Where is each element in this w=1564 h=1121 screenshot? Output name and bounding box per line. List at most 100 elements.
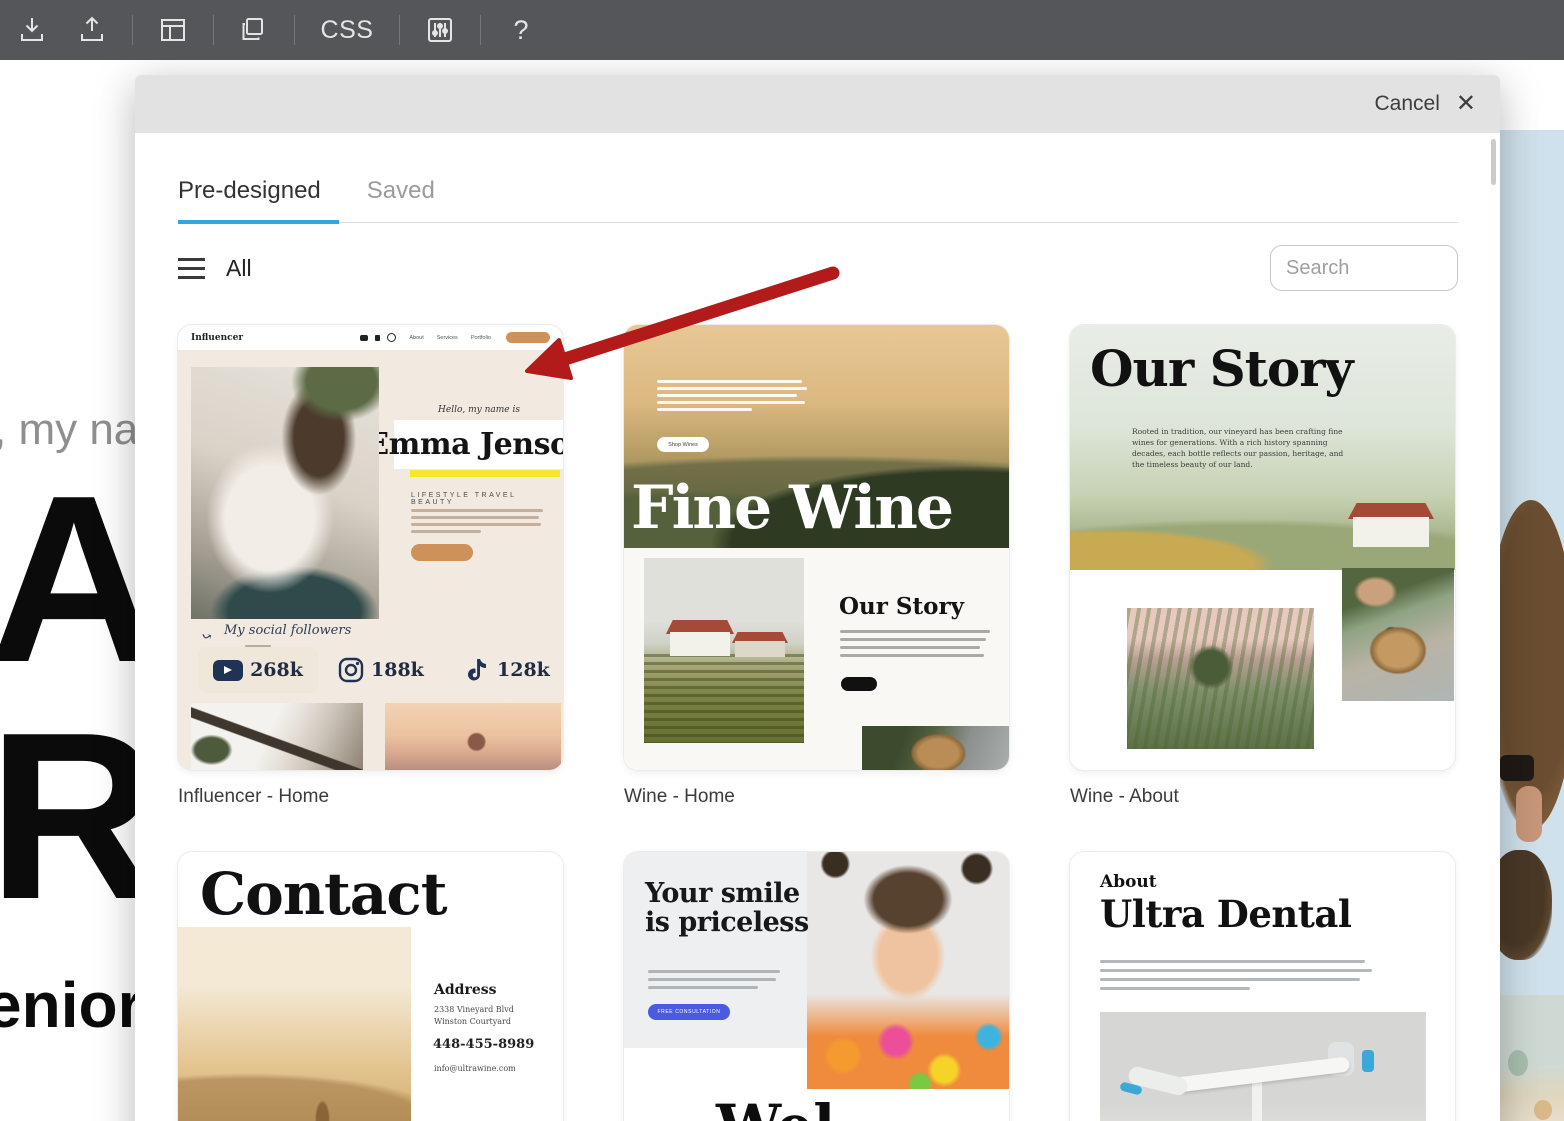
thumb-navbar: Influencer About Services Portfolio: [178, 325, 563, 350]
layout-icon: [156, 13, 190, 47]
app-window: , my na Ar Ro enior: [0, 0, 1564, 1121]
background-hero-photo: [1500, 60, 1564, 1121]
hamburger-icon: [178, 258, 205, 279]
thumb-phone: 448-455-8989: [433, 1037, 534, 1052]
toolbar-divider: [213, 15, 214, 45]
template-card-dental-about[interactable]: About Ultra Dental: [1070, 852, 1455, 1121]
tiktok-icon: [466, 657, 490, 684]
thumb-consultation-button: FREE CONSULTATION: [648, 1004, 730, 1020]
text-line-placeholder: [411, 530, 481, 533]
text-line-placeholder: [648, 970, 780, 973]
modal-scrollbar[interactable]: [1491, 139, 1496, 185]
template-card-wine-contact[interactable]: Contact Address 2338 Vineyard Blvd Winst…: [178, 852, 563, 1121]
house-body: [735, 641, 785, 657]
thumb-title: Your smile is priceless: [645, 880, 820, 937]
thumb-address-label: Address: [434, 982, 497, 998]
pages-button[interactable]: [234, 10, 274, 50]
thumb-cta-pill: [506, 332, 550, 343]
filter-all-label: All: [226, 255, 252, 282]
thumb-portrait-photo: [191, 367, 379, 619]
thumb-nav-services: Services: [437, 335, 458, 341]
stat-youtube: 268k: [198, 647, 318, 693]
tab-saved[interactable]: Saved: [367, 177, 435, 222]
template-card-wine-home[interactable]: Shop Wines Fine Wine Our Story: [624, 325, 1009, 770]
thumb-title: Our Story: [1090, 339, 1353, 398]
thumb-title: Contact: [200, 860, 447, 928]
template-cell: Our Story Rooted in tradition, our viney…: [1070, 325, 1455, 808]
filter-row: All: [178, 245, 1458, 291]
template-picker-modal: Cancel ✕ Pre-designed Saved All: [135, 75, 1500, 1121]
thumb-body-text: Rooted in tradition, our vineyard has be…: [1132, 427, 1347, 471]
thumb-name: Emma Jenson: [366, 427, 563, 462]
close-icon[interactable]: ✕: [1456, 92, 1476, 116]
tab-predesigned[interactable]: Pre-designed: [178, 177, 321, 222]
download-icon: [16, 14, 48, 46]
thumb-shop-button: Shop Wines: [657, 437, 709, 452]
template-card-influencer-home[interactable]: Influencer About Services Portfolio Hell…: [178, 325, 563, 770]
thumb-vineyard-path-photo: [1127, 608, 1314, 749]
modal-body: Pre-designed Saved All Influencer: [135, 177, 1500, 1121]
template-cell: Shop Wines Fine Wine Our Story: [624, 325, 1009, 808]
thumb-hello-text: Hello, my name is: [414, 405, 544, 415]
text-line-placeholder: [657, 387, 807, 390]
hero-photo-face: [1516, 786, 1542, 842]
background-partial-text: enior: [0, 968, 142, 1042]
thumb-address-lines: 2338 Vineyard Blvd Winston Courtyard: [434, 1004, 514, 1028]
css-button[interactable]: CSS: [315, 10, 379, 50]
thumb-yellow-bar: [410, 470, 560, 477]
text-line-placeholder: [657, 394, 797, 397]
stat-mini-label: [245, 645, 271, 647]
help-button[interactable]: ?: [501, 10, 541, 50]
hero-photo-beard: [1500, 850, 1552, 960]
thumb-gallery-photo: [191, 703, 363, 770]
template-card-wine-about[interactable]: Our Story Rooted in tradition, our viney…: [1070, 325, 1455, 770]
template-cell: About Ultra Dental: [1070, 852, 1455, 1121]
hero-photo-shirt-pattern: [1508, 1050, 1528, 1076]
thumb-tags: LIFESTYLE TRAVEL BEAUTY: [411, 492, 563, 506]
pages-icon: [237, 13, 271, 47]
address-line1: 2338 Vineyard Blvd: [434, 1004, 514, 1016]
thumb-title: Ultra Dental: [1100, 892, 1351, 936]
text-line-placeholder: [840, 654, 984, 657]
text-line-placeholder: [1100, 969, 1372, 972]
thumb-nav-portfolio: Portfolio: [471, 335, 491, 341]
template-caption: Wine - About: [1070, 786, 1455, 808]
tiktok-icon: [375, 335, 380, 341]
template-cell: Contact Address 2338 Vineyard Blvd Winst…: [178, 852, 563, 1121]
template-cell: Influencer About Services Portfolio Hell…: [178, 325, 563, 808]
toolbar-divider: [132, 15, 133, 45]
text-line-placeholder: [657, 408, 752, 411]
category-filter[interactable]: All: [178, 255, 252, 282]
youtube-icon: [360, 335, 368, 341]
text-line-placeholder: [411, 516, 539, 519]
template-card-dental-home[interactable]: Your smile is priceless FREE CONSULTATIO…: [624, 852, 1009, 1121]
thumb-kicker: About: [1100, 872, 1157, 892]
cancel-button[interactable]: Cancel: [1375, 92, 1440, 116]
upload-button[interactable]: [72, 10, 112, 50]
hero-photo-shirt-pattern: [1534, 1100, 1552, 1120]
hero-photo-sunglasses: [1500, 755, 1534, 781]
thumb-button: [411, 544, 473, 561]
download-button[interactable]: [12, 10, 52, 50]
text-line-placeholder: [411, 509, 543, 512]
thumb-grape-basket-photo: [1342, 568, 1454, 701]
stat-tiktok: 128k: [466, 647, 550, 693]
help-icon: ?: [513, 15, 528, 46]
layout-button[interactable]: [153, 10, 193, 50]
search-input[interactable]: [1270, 245, 1458, 291]
sliders-icon: [423, 13, 457, 47]
text-line-placeholder: [648, 978, 776, 981]
css-label: CSS: [321, 16, 374, 45]
equipment-accent: [1362, 1050, 1374, 1072]
text-line-placeholder: [1100, 978, 1360, 981]
thumb-name-band: Emma Jenson: [394, 420, 563, 469]
toolbar-divider: [294, 15, 295, 45]
settings-button[interactable]: [420, 10, 460, 50]
template-caption: Wine - Home: [624, 786, 1009, 808]
house-body: [1353, 517, 1429, 547]
search-box: [1270, 245, 1458, 291]
instagram-icon: [387, 333, 396, 342]
stat-instagram: 188k: [338, 647, 424, 693]
thumb-dental-office-photo: [1100, 1012, 1426, 1121]
text-line-placeholder: [1100, 960, 1365, 963]
